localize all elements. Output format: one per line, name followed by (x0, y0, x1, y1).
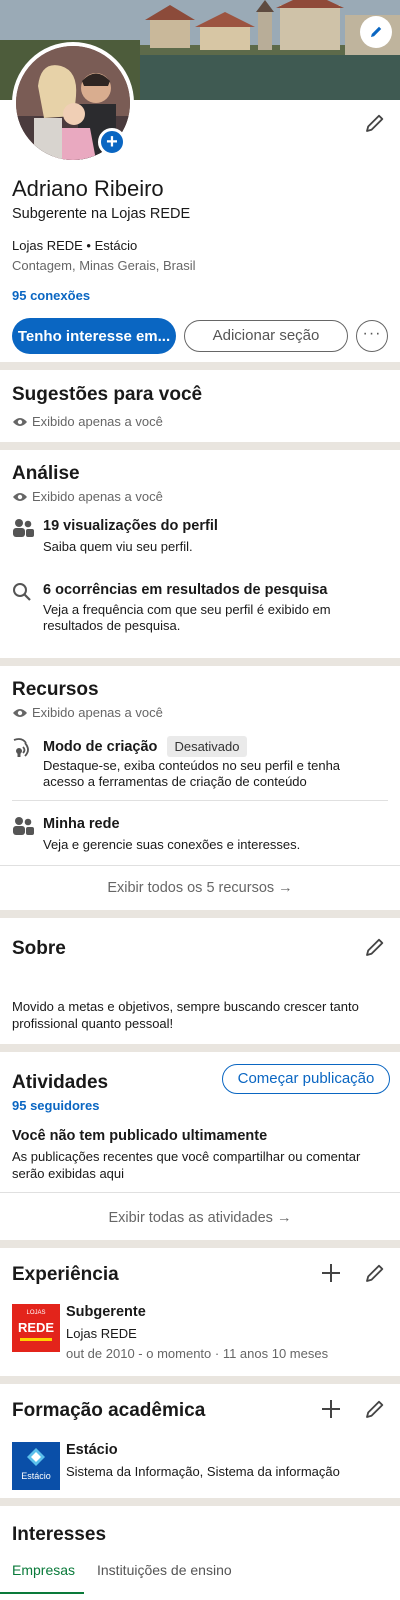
logo-text: REDE (17, 1320, 55, 1335)
suggestions-visibility: Exibido apenas a você (12, 414, 163, 429)
add-education-button[interactable] (320, 1398, 342, 1420)
edit-banner-button[interactable] (360, 16, 392, 48)
visibility-label: Exibido apenas a você (32, 414, 163, 429)
activity-card: Atividades 95 seguidores Começar publica… (0, 1052, 400, 1240)
broadcast-icon (13, 738, 29, 757)
activity-title: Atividades (12, 1072, 109, 1093)
suggestions-title: Sugestões para você (12, 384, 203, 405)
tab-companies[interactable]: Empresas (12, 1562, 75, 1578)
pencil-icon (366, 1400, 384, 1418)
visibility-label: Exibido apenas a você (32, 489, 163, 504)
profile-name: Adriano Ribeiro (12, 176, 164, 201)
resources-title: Recursos (12, 679, 99, 700)
school-name: Estácio (66, 1442, 118, 1458)
edit-about-button[interactable] (364, 936, 386, 958)
item-title: 6 ocorrências em resultados de pesquisa (43, 582, 328, 598)
divider (12, 800, 388, 801)
pencil-icon (366, 114, 384, 132)
degree: Sistema da Informação, Sistema da inform… (66, 1464, 340, 1479)
show-all-activity-link[interactable]: Exibir todas as atividades → (0, 1210, 400, 1226)
pencil-icon (371, 26, 382, 37)
analytics-card: Análise Exibido apenas a você 19 visuali… (0, 450, 400, 658)
empty-activity-text: As publicações recentes que você compart… (12, 1149, 361, 1181)
about-card: Sobre Movido a metas e objetivos, sempre… (0, 918, 400, 1044)
about-text: Movido a metas e objetivos, sempre busca… (12, 999, 359, 1031)
analytics-visibility: Exibido apenas a você (12, 489, 163, 504)
resources-card: Recursos Exibido apenas a você Modo de c… (0, 666, 400, 910)
education-title: Formação acadêmica (12, 1400, 206, 1421)
experience-period: out de 2010 - o momento · 11 anos 10 mes… (66, 1346, 329, 1361)
profile-page: + Adriano Ribeiro Subgerente na Lojas RE… (0, 0, 400, 1600)
diamond-icon (27, 1448, 45, 1466)
item-subtitle: Destaque-se, exiba conteúdos no seu perf… (43, 758, 341, 789)
connections-link[interactable]: 95 conexões (12, 288, 90, 303)
edit-intro-button[interactable] (364, 112, 386, 134)
open-to-button[interactable]: Tenho interesse em... (12, 318, 176, 354)
pencil-icon (366, 938, 384, 956)
company-logo: LOJAS REDE (12, 1304, 60, 1352)
start-post-button[interactable]: Começar publicação (222, 1064, 390, 1094)
add-photo-button[interactable]: + (98, 128, 126, 156)
visibility-label: Exibido apenas a você (32, 705, 163, 720)
creator-mode-label: Modo de criação (43, 739, 158, 755)
eye-icon (13, 417, 27, 426)
profile-intro-card: + Adriano Ribeiro Subgerente na Lojas RE… (0, 0, 400, 362)
profile-location: Contagem, Minas Gerais, Brasil (12, 258, 196, 273)
experience-title-text: Subgerente (66, 1304, 146, 1320)
item-title: Minha rede (43, 816, 120, 832)
pencil-icon (366, 1264, 384, 1282)
interests-title: Interesses (12, 1524, 107, 1545)
item-subtitle: Veja e gerencie suas conexões e interess… (43, 837, 301, 852)
status-badge: Desativado (167, 736, 247, 757)
profile-headline: Subgerente na Lojas REDE (12, 206, 191, 222)
education-card: Formação acadêmica Estácio Estácio Siste… (0, 1384, 400, 1498)
add-experience-button[interactable] (320, 1262, 342, 1284)
active-tab-indicator (0, 1592, 84, 1594)
about-title: Sobre (12, 938, 66, 959)
profile-company-line: Lojas REDE • Estácio (12, 238, 138, 253)
resources-visibility: Exibido apenas a você (12, 705, 163, 720)
search-icon (13, 583, 31, 601)
experience-title: Experiência (12, 1264, 119, 1285)
add-section-button[interactable]: Adicionar seção (184, 320, 348, 352)
tab-schools[interactable]: Instituições de ensino (97, 1562, 232, 1578)
open-to-label: Tenho interesse em... (17, 328, 171, 345)
interests-card: Interesses Empresas Instituições de ensi… (0, 1506, 400, 1600)
people-icon (13, 817, 34, 835)
logo-small-text: LOJAS (26, 1310, 46, 1316)
empty-activity-title: Você não tem publicado ultimamente (12, 1128, 268, 1144)
plus-icon (322, 1264, 340, 1282)
logo-text: Estácio (21, 1471, 51, 1481)
school-logo: Estácio (12, 1442, 60, 1490)
suggestions-card: Sugestões para você Exibido apenas a voc… (0, 370, 400, 442)
people-icon (13, 519, 34, 537)
more-button[interactable]: ··· (356, 320, 388, 352)
experience-card: Experiência LOJAS REDE Subgerente Lojas … (0, 1248, 400, 1376)
item-subtitle: Veja a frequência com que seu perfil é e… (43, 602, 331, 633)
item-title: 19 visualizações do perfil (43, 518, 218, 534)
eye-icon (13, 708, 27, 717)
plus-icon (322, 1400, 340, 1418)
edit-education-button[interactable] (364, 1398, 386, 1420)
item-subtitle: Saiba quem viu seu perfil. (43, 539, 193, 554)
analytics-title: Análise (12, 463, 80, 484)
logo-stripe (20, 1338, 52, 1341)
edit-experience-button[interactable] (364, 1262, 386, 1284)
divider (0, 1192, 400, 1193)
eye-icon (13, 492, 27, 501)
experience-company: Lojas REDE (66, 1326, 137, 1341)
divider (0, 865, 400, 866)
show-all-resources-link[interactable]: Exibir todos os 5 recursos → (0, 880, 400, 896)
item-title: Modo de criação Desativado (43, 736, 247, 757)
followers-link[interactable]: 95 seguidores (12, 1098, 99, 1113)
